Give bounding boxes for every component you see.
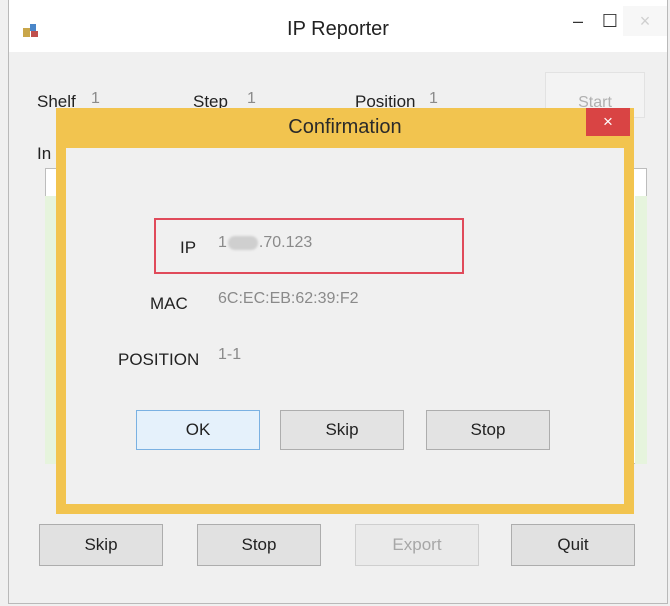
minimize-button[interactable]: – bbox=[561, 6, 595, 36]
dialog-body: IP 1 .70.123 MAC 6C:EC:EB:62:39:F2 POSITI… bbox=[66, 148, 624, 504]
ip-label: IP bbox=[180, 238, 197, 257]
ip-value-prefix: 1 bbox=[218, 234, 227, 251]
list-section-label: In bbox=[37, 144, 52, 163]
quit-button[interactable]: Quit bbox=[511, 524, 635, 566]
title-bar: IP Reporter – ☐ × bbox=[9, 0, 667, 52]
step-value[interactable]: 1 bbox=[247, 90, 256, 108]
ip-value: 1 .70.123 bbox=[218, 234, 312, 252]
dialog-skip-button[interactable]: Skip bbox=[280, 410, 404, 450]
mac-label: MAC bbox=[150, 294, 188, 313]
skip-button[interactable]: Skip bbox=[39, 524, 163, 566]
position-field-label: POSITION bbox=[118, 350, 200, 369]
dialog-stop-button[interactable]: Stop bbox=[426, 410, 550, 450]
ip-value-suffix: .70.123 bbox=[258, 234, 313, 251]
confirmation-dialog: Confirmation × IP 1 .70.123 MAC 6C:EC:EB:… bbox=[56, 108, 634, 514]
ok-button[interactable]: OK bbox=[136, 410, 260, 450]
stop-button[interactable]: Stop bbox=[197, 524, 321, 566]
dialog-close-button[interactable]: × bbox=[586, 108, 630, 136]
dialog-title: Confirmation bbox=[288, 116, 402, 138]
export-button[interactable]: Export bbox=[355, 524, 479, 566]
position-field-value: 1-1 bbox=[218, 346, 242, 363]
position-value[interactable]: 1 bbox=[429, 90, 438, 108]
maximize-button[interactable]: ☐ bbox=[593, 6, 627, 36]
close-button[interactable]: × bbox=[623, 6, 667, 36]
redacted-mark bbox=[227, 235, 258, 250]
list-row-highlight bbox=[635, 196, 647, 464]
shelf-value[interactable]: 1 bbox=[91, 90, 100, 108]
mac-value: 6C:EC:EB:62:39:F2 bbox=[218, 290, 359, 307]
